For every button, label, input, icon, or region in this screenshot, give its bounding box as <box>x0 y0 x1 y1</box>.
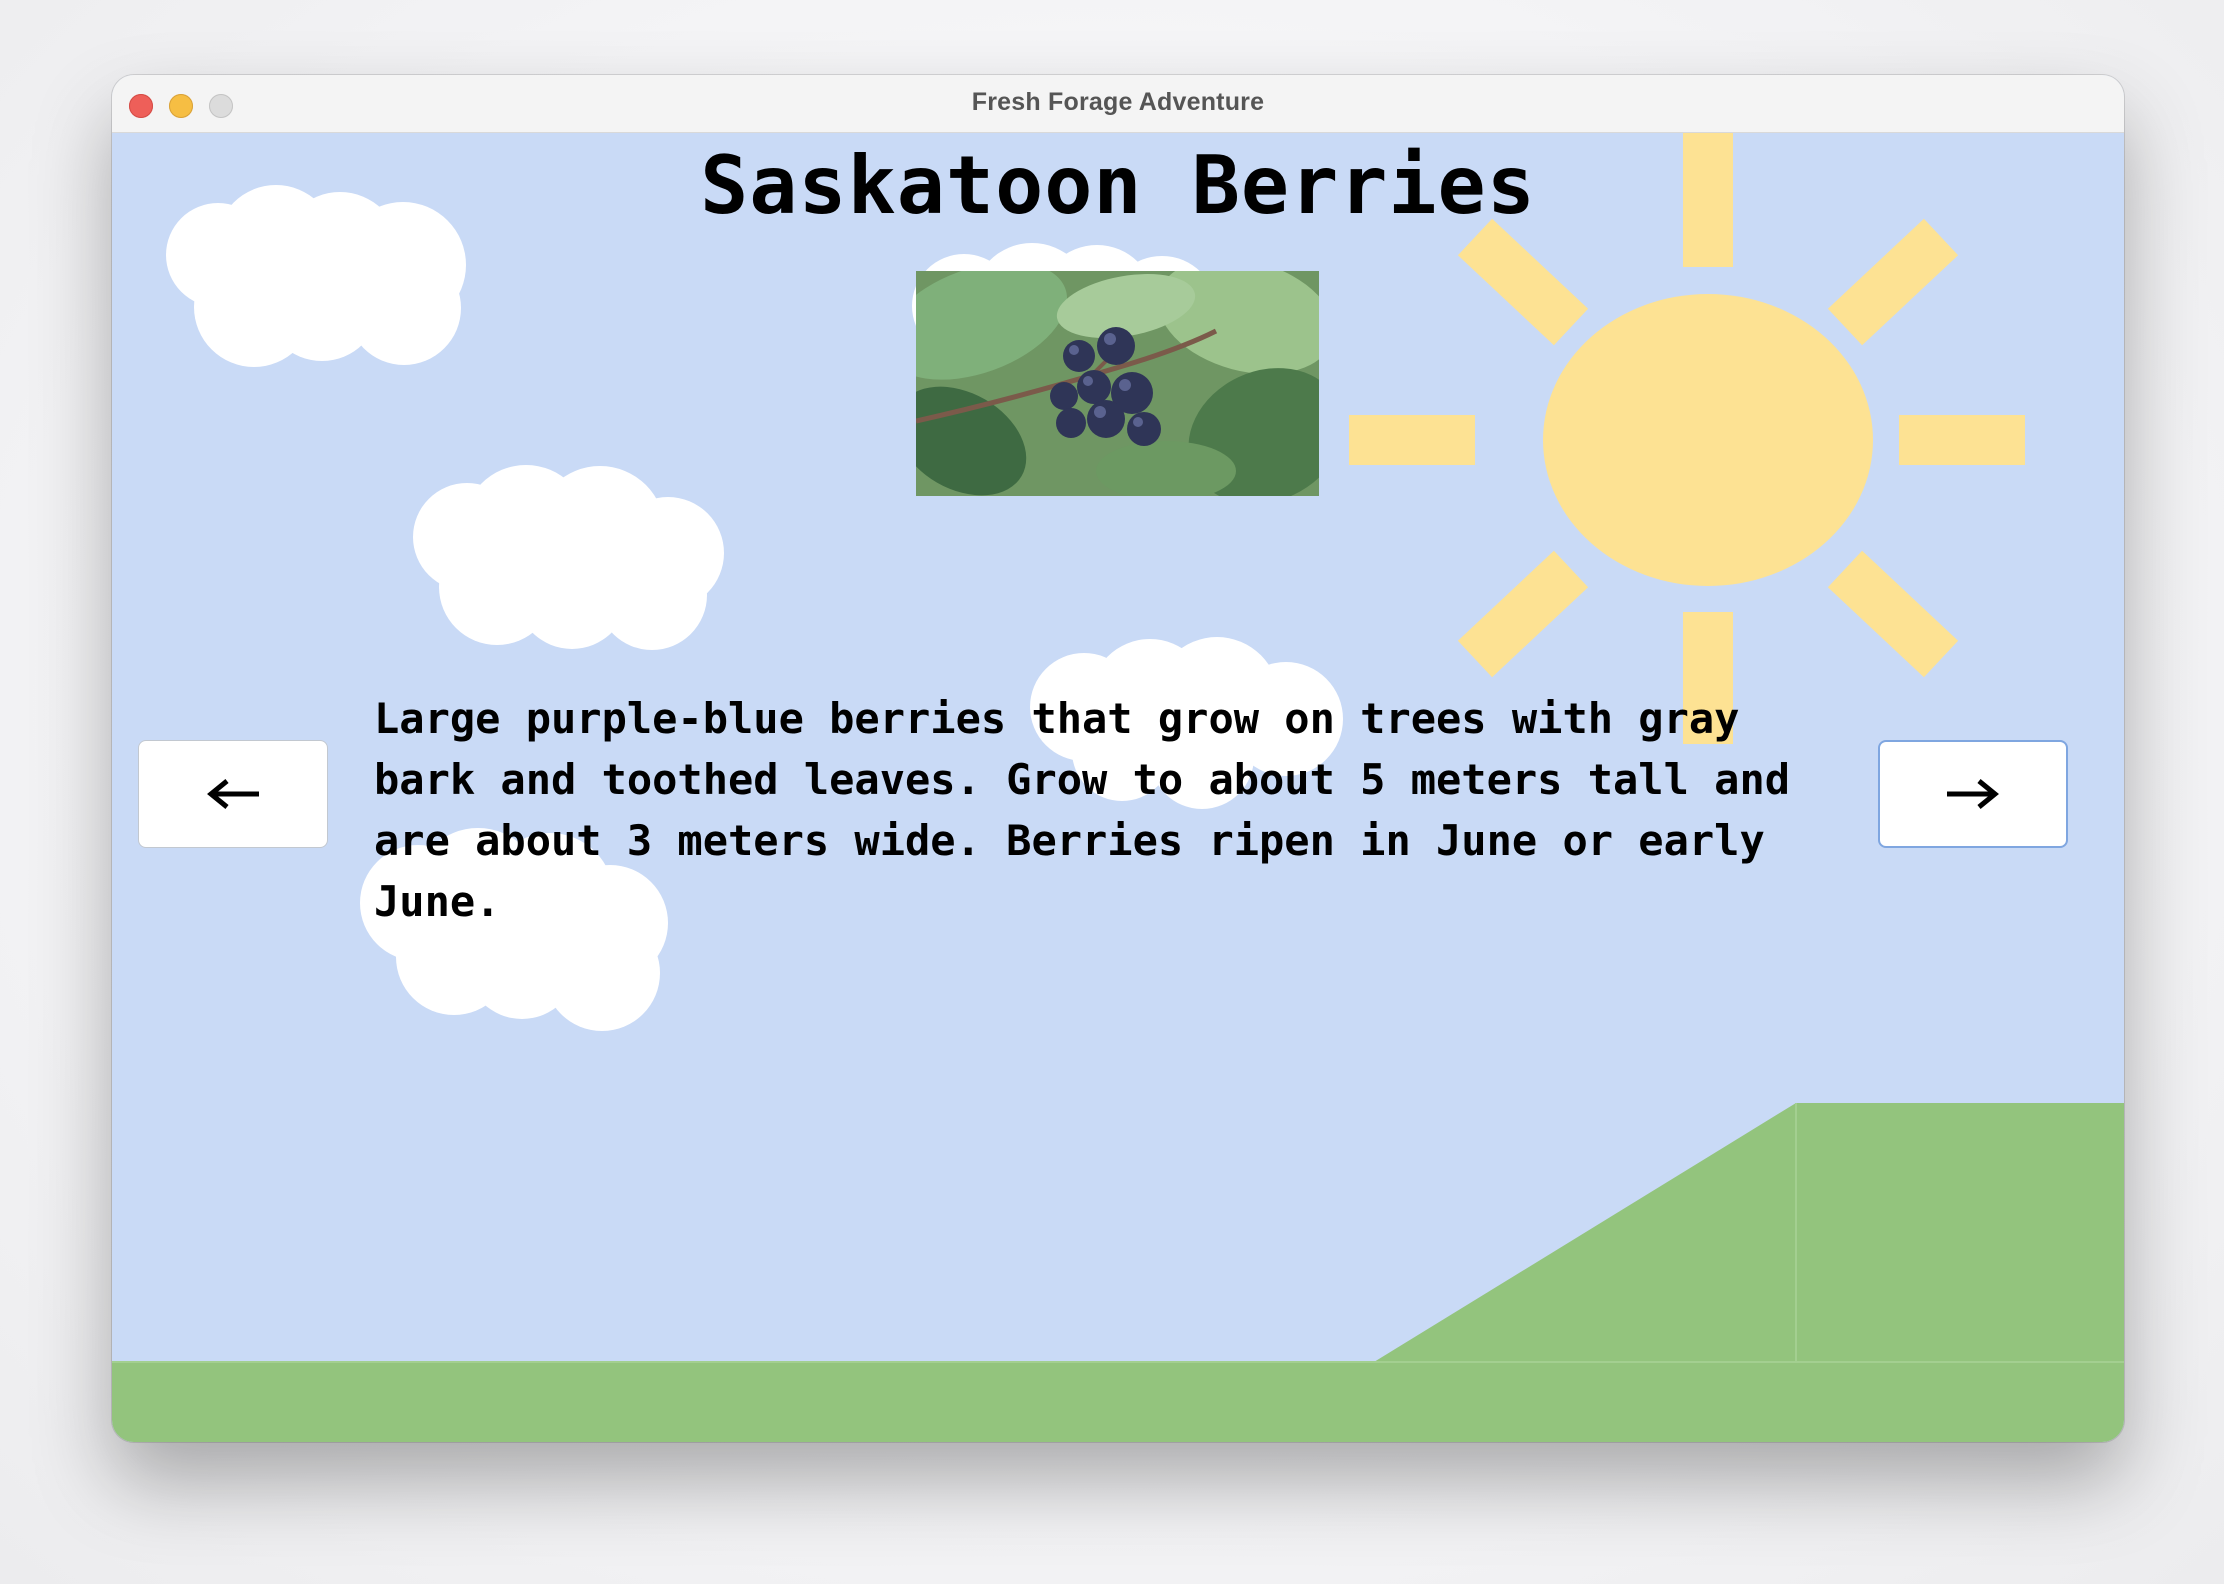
previous-button[interactable] <box>138 740 328 848</box>
saskatoon-berry-photo <box>916 271 1319 496</box>
grass-ground <box>112 1361 2124 1442</box>
window-title: Fresh Forage Adventure <box>971 88 1265 116</box>
title-bar: Fresh Forage Adventure <box>112 75 2124 133</box>
arrow-left-icon <box>207 779 259 809</box>
grass-hill <box>1374 1103 2124 1362</box>
plant-description: Large purple-blue berries that grow on t… <box>374 694 1791 926</box>
cloud-3 <box>413 465 724 650</box>
slide-canvas: Saskatoon Berries Large purple-blue berr… <box>112 133 2124 1442</box>
arrow-right-icon <box>1947 779 1999 809</box>
page-title: Saskatoon Berries <box>700 139 1536 232</box>
app-window: Fresh Forage Adventure Saskatoon Berries… <box>112 75 2124 1442</box>
next-button[interactable] <box>1878 740 2068 848</box>
